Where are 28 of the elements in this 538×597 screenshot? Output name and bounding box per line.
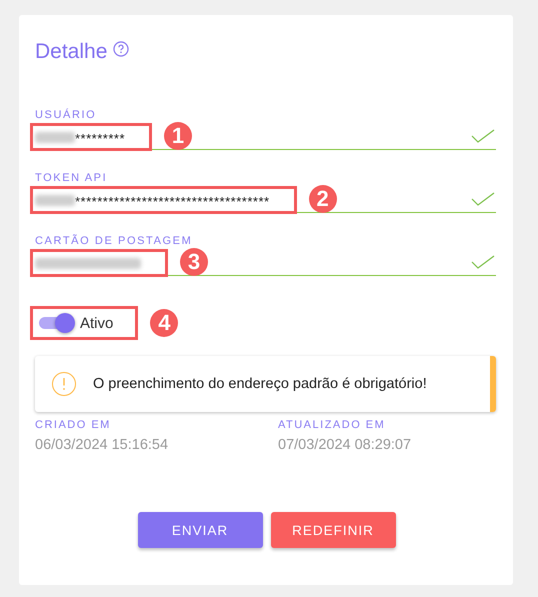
redacted-text [35, 194, 75, 206]
check-icon [471, 255, 495, 269]
date-value: 06/03/2024 15:16:54 [35, 436, 170, 455]
submit-button[interactable]: ENVIAR [138, 512, 262, 548]
input-field[interactable]: *********************************** 2 [35, 186, 496, 213]
toggle-label: Ativo [80, 314, 114, 332]
redacted-text [35, 132, 75, 142]
field-value: *********************************** [75, 195, 270, 209]
help-icon [113, 41, 130, 57]
reset-button[interactable]: REDEFINIR [270, 512, 396, 548]
number-marker: 1 [164, 122, 192, 150]
date-label: CRIADO EM [35, 418, 112, 433]
input-field[interactable]: 3 [35, 249, 496, 276]
warning-icon [51, 371, 77, 397]
date-value: 07/03/2024 08:29:07 [278, 436, 412, 455]
check-icon [471, 129, 495, 143]
date-label: ATUALIZADO EM [278, 418, 386, 433]
field-label: CARTÃO DE POSTAGEM [35, 235, 194, 248]
check-icon [471, 192, 495, 206]
input-field[interactable]: ********* 1 [35, 123, 496, 150]
field-label: USUÁRIO [35, 109, 98, 122]
alert-message: O preenchimento do endereço padrão é obrigatório! [93, 376, 427, 392]
page-title: Detalhe [35, 39, 108, 65]
number-marker: 2 [308, 185, 337, 213]
number-marker: 3 [180, 248, 208, 276]
field-label: TOKEN API [35, 172, 108, 185]
number-marker: 4 [150, 309, 178, 337]
field-value: ********* [75, 132, 126, 146]
